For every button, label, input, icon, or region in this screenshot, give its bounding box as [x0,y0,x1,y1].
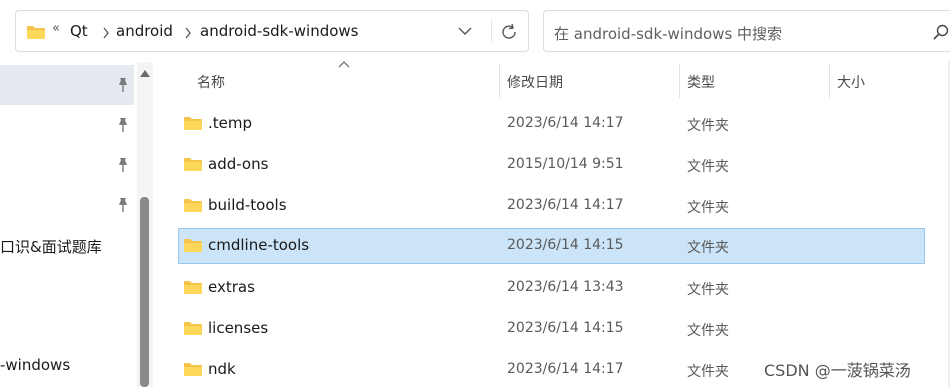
address-bar[interactable]: « Qt android android-sdk-windows [15,10,529,52]
file-modified-date: 2023/6/14 14:15 [507,237,624,253]
column-divider[interactable] [679,64,680,98]
file-type: 文件夹 [687,118,729,134]
file-name[interactable]: licenses [208,319,268,337]
pin-icon[interactable] [116,197,130,213]
top-bar: « Qt android android-sdk-windows 在 andro… [0,0,950,62]
folder-icon [184,363,202,376]
pin-icon[interactable] [116,77,130,93]
file-name[interactable]: add-ons [208,155,268,173]
file-name[interactable]: ndk [208,360,236,378]
sort-ascending-icon [338,61,350,68]
breadcrumb-item-android[interactable]: android [116,22,173,40]
file-row[interactable]: add-ons 2015/10/14 9:51 文件夹 [178,147,925,183]
search-box[interactable]: 在 android-sdk-windows 中搜索 [543,10,950,52]
file-name[interactable]: build-tools [208,196,287,214]
folder-icon [184,239,202,252]
file-modified-date: 2023/6/14 14:17 [507,115,624,131]
file-modified-date: 2023/6/14 13:43 [507,279,624,295]
file-row[interactable]: extras 2023/6/14 13:43 文件夹 [178,270,925,306]
file-type: 文件夹 [687,200,729,216]
file-type: 文件夹 [687,323,729,339]
column-header-type[interactable]: 类型 [687,72,715,92]
nav-scrollbar-thumb[interactable] [140,197,149,387]
file-row[interactable]: licenses 2023/6/14 14:15 文件夹 [178,311,925,347]
file-row[interactable]: build-tools 2023/6/14 14:17 文件夹 [178,188,925,224]
scroll-up-icon[interactable] [139,68,151,78]
chevron-right-icon [103,27,109,39]
folder-icon [184,158,202,171]
pin-icon[interactable] [116,157,130,173]
file-row[interactable]: cmdline-tools 2023/6/14 14:15 文件夹 [178,228,925,264]
nav-item-pinned-3[interactable] [0,145,134,185]
nav-item-interview[interactable]: 口识&面试题库 [0,225,134,265]
nav-item-pinned-4[interactable] [0,185,134,225]
file-type: 文件夹 [687,282,729,298]
file-name[interactable]: cmdline-tools [208,236,309,254]
folder-icon [184,322,202,335]
chevron-down-icon[interactable] [456,22,474,40]
folder-icon [184,199,202,212]
column-header-name[interactable]: 名称 [197,72,225,92]
navigation-pane: 口识&面试题库 -windows [0,62,157,387]
file-type: 文件夹 [687,364,729,380]
file-modified-date: 2023/6/14 14:17 [507,361,624,377]
folder-icon [184,117,202,130]
file-name[interactable]: extras [208,278,255,296]
file-modified-date: 2023/6/14 14:15 [507,320,624,336]
search-input[interactable]: 在 android-sdk-windows 中搜索 [554,23,782,44]
search-icon[interactable] [932,23,950,41]
file-type: 文件夹 [687,159,729,175]
folder-icon [27,26,45,39]
file-modified-date: 2023/6/14 14:17 [507,197,624,213]
refresh-icon[interactable] [498,21,520,43]
column-header-size[interactable]: 大小 [837,72,865,92]
pin-icon[interactable] [116,117,130,133]
chevron-right-icon [185,27,191,39]
breadcrumb-item-android-sdk-windows[interactable]: android-sdk-windows [200,22,359,40]
nav-item-label: 口识&面试题库 [0,238,102,256]
nav-item-pinned-2[interactable] [0,105,134,145]
nav-item-pinned-1[interactable] [0,65,134,105]
watermark: CSDN @一菠锅菜汤 [764,361,911,380]
file-name[interactable]: .temp [208,114,252,132]
divider [491,19,492,43]
breadcrumb-overflow[interactable]: « [52,21,60,36]
column-header-modified[interactable]: 修改日期 [507,72,563,92]
breadcrumb-item-qt[interactable]: Qt [70,22,88,40]
file-type: 文件夹 [687,240,729,256]
nav-item-windows[interactable]: -windows [0,345,134,385]
nav-item-label: -windows [0,356,71,374]
file-modified-date: 2015/10/14 9:51 [507,156,624,172]
column-divider[interactable] [499,64,500,98]
file-row[interactable]: .temp 2023/6/14 14:17 文件夹 [178,106,925,142]
folder-icon [184,281,202,294]
column-divider[interactable] [829,64,830,98]
